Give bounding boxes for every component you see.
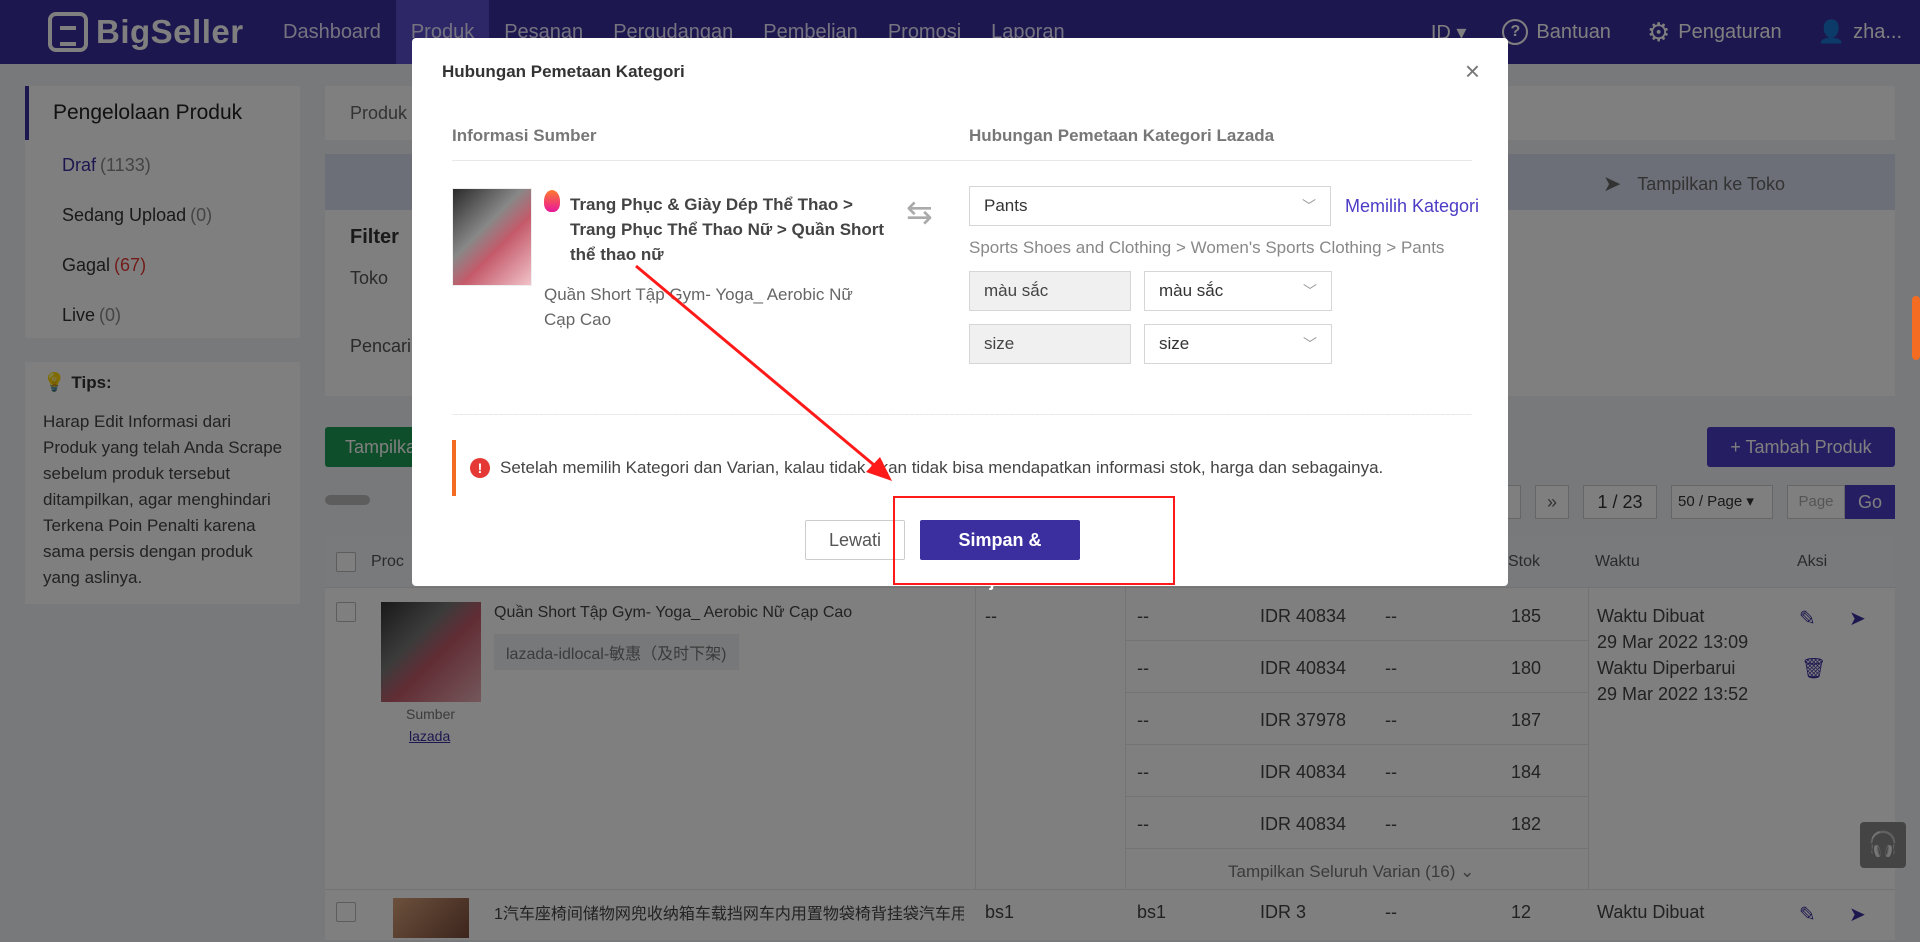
exclamation-icon: ! (470, 458, 490, 478)
chevron-down-icon: ﹀ (1303, 336, 1317, 352)
headset-support-icon[interactable]: 🎧 (1860, 822, 1906, 868)
vertical-scrollbar[interactable] (1912, 296, 1920, 360)
attribute-select-value: size (1159, 334, 1190, 353)
attribute-name-color: màu sắc (969, 271, 1131, 311)
dialog-title: Hubungan Pemetaan Kategori (442, 62, 685, 81)
source-info-header: Informasi Sumber (452, 126, 597, 145)
highlight-box-annotation (893, 496, 1175, 585)
source-category: Trang Phục & Giày Dép Thể Thao > Trang P… (570, 195, 885, 264)
source-product-image (452, 188, 532, 286)
attribute-name-size: size (969, 324, 1131, 364)
header-divider (452, 160, 1472, 161)
content-divider (452, 414, 1472, 415)
source-product-name: Quần Short Tập Gym- Yoga_ Aerobic Nữ Cạp… (544, 285, 853, 329)
warning-text: Setelah memilih Kategori dan Varian, kal… (500, 458, 1384, 477)
category-path: Sports Shoes and Clothing > Women's Spor… (969, 238, 1445, 257)
close-icon[interactable]: × (1465, 58, 1480, 84)
attribute-select-size[interactable]: size ﹀ (1144, 324, 1332, 364)
skip-button[interactable]: Lewati (805, 520, 905, 560)
chevron-down-icon: ﹀ (1303, 283, 1317, 299)
category-select-value: Pants (984, 196, 1028, 215)
chevron-down-icon: ﹀ (1302, 198, 1316, 214)
warning-message: ! Setelah memilih Kategori dan Varian, k… (452, 440, 1472, 496)
lazada-logo-icon (544, 190, 560, 212)
target-mapping-header: Hubungan Pemetaan Kategori Lazada (969, 126, 1275, 145)
category-select[interactable]: Pants ﹀ (969, 186, 1331, 226)
choose-category-link[interactable]: Memilih Kategori (1345, 196, 1479, 217)
attribute-select-value: màu sắc (1159, 281, 1224, 300)
swap-arrows-icon: ⇆ (906, 194, 933, 230)
attribute-select-color[interactable]: màu sắc ﹀ (1144, 271, 1332, 311)
